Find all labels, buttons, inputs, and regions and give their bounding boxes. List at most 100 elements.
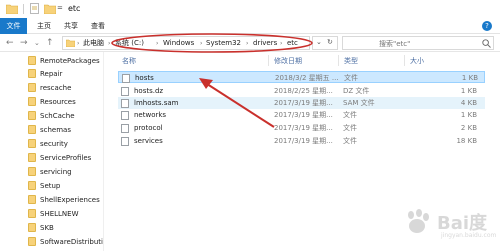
folder-icon (28, 195, 36, 204)
file-type: SAM 文件 (343, 99, 375, 107)
new-folder-icon[interactable] (44, 4, 56, 14)
sidebar-item-label: ServiceProfiles (40, 154, 92, 162)
navigation-pane: RemotePackages Repair rescache Resources… (0, 52, 105, 251)
file-icon (121, 99, 129, 108)
file-size: 2 KB (460, 124, 477, 132)
breadcrumb-system-c[interactable]: 系统 (C:) (115, 39, 144, 48)
recent-locations-button[interactable]: ⌄ (34, 37, 40, 49)
sidebar-item-servicing[interactable]: servicing (28, 166, 103, 178)
search-icon[interactable] (482, 39, 491, 48)
watermark: Bai度 jingyan.baidu.com (395, 207, 496, 247)
column-divider[interactable] (268, 55, 269, 66)
address-controls: ⌄ ↻ (312, 36, 338, 50)
tab-view[interactable]: 查看 (91, 18, 105, 34)
file-row-hosts-dz[interactable]: hosts.dz 2018/2/25 星期... DZ 文件 1 KB (118, 85, 485, 97)
sidebar-item-repair[interactable]: Repair (28, 68, 103, 80)
tab-home[interactable]: 主页 (37, 18, 51, 34)
folder-icon (28, 167, 36, 176)
file-icon (121, 87, 129, 96)
file-name: services (134, 137, 163, 145)
file-size: 1 KB (460, 87, 477, 95)
sidebar-item-softwaredistribution[interactable]: SoftwareDistributi (28, 236, 103, 248)
file-name: hosts.dz (134, 87, 164, 95)
up-button[interactable]: ↑ (46, 37, 54, 49)
file-row-lmhosts-sam[interactable]: lmhosts.sam 2017/3/19 星期... SAM 文件 4 KB (118, 97, 485, 109)
file-row-protocol[interactable]: protocol 2017/3/19 星期... 文件 2 KB (118, 122, 485, 134)
sidebar-item-shellnew[interactable]: SHELLNEW (28, 208, 103, 220)
column-header-size[interactable]: 大小 (410, 56, 424, 66)
folder-icon (6, 4, 18, 14)
file-date: 2017/3/19 星期... (274, 137, 333, 145)
file-size: 1 KB (461, 74, 478, 82)
sidebar-item-shellexperiences[interactable]: ShellExperiences (28, 194, 103, 206)
sidebar-item-rescache[interactable]: rescache (28, 82, 103, 94)
tab-share[interactable]: 共享 (64, 18, 78, 34)
sidebar-item-schcache[interactable]: SchCache (28, 110, 103, 122)
sidebar-item-setup[interactable]: Setup (28, 180, 103, 192)
file-date: 2017/3/19 星期... (274, 111, 333, 119)
sidebar-item-skb[interactable]: SKB (28, 222, 103, 234)
file-date: 2018/2/25 星期... (274, 87, 333, 95)
file-name: networks (134, 111, 167, 119)
column-header-date[interactable]: 修改日期 (274, 56, 302, 66)
sidebar-item-label: servicing (40, 168, 72, 176)
refresh-button[interactable]: ↻ (327, 38, 333, 46)
file-type: 文件 (343, 124, 357, 132)
file-row-services[interactable]: services 2017/3/19 星期... 文件 18 KB (118, 135, 485, 147)
file-icon (122, 74, 130, 83)
sidebar-item-security[interactable]: security (28, 138, 103, 150)
column-header-name[interactable]: 名称 (122, 56, 136, 66)
title-separator (23, 4, 24, 14)
column-divider[interactable] (338, 55, 339, 66)
folder-icon (28, 69, 36, 78)
forward-button[interactable]: → (20, 37, 28, 49)
file-type: 文件 (343, 111, 357, 119)
properties-icon[interactable] (30, 3, 39, 14)
sidebar-item-remotepackages[interactable]: RemotePackages (28, 55, 103, 67)
column-header-type[interactable]: 类型 (344, 56, 358, 66)
breadcrumb-system32[interactable]: System32 (206, 39, 241, 48)
sidebar-item-serviceprofiles[interactable]: ServiceProfiles (28, 152, 103, 164)
file-name: lmhosts.sam (134, 99, 179, 107)
file-icon (121, 111, 129, 120)
sidebar-item-label: SKB (40, 224, 54, 232)
help-button[interactable]: ? (482, 21, 492, 31)
file-size: 4 KB (460, 99, 477, 107)
breadcrumb-separator: › (200, 40, 203, 47)
breadcrumb-etc[interactable]: etc (287, 39, 298, 48)
sidebar-item-label: SHELLNEW (40, 210, 79, 218)
folder-icon (28, 209, 36, 218)
sidebar-item-label: SoftwareDistributi (40, 238, 103, 246)
sidebar-item-label: SchCache (40, 112, 75, 120)
address-bar[interactable]: › 此电脑 › 系统 (C:) › Windows › System32 › d… (62, 36, 310, 50)
file-size: 18 KB (456, 137, 477, 145)
file-row-hosts[interactable]: hosts 2018/3/2 星期五 ... 文件 1 KB (118, 71, 485, 83)
search-input[interactable] (379, 38, 479, 49)
folder-icon (28, 223, 36, 232)
quick-access-dropdown[interactable]: = (57, 4, 63, 12)
tab-file[interactable]: 文件 (0, 18, 27, 34)
file-date: 2017/3/19 星期... (274, 124, 333, 132)
breadcrumb-separator: › (77, 40, 80, 47)
sidebar-item-resources[interactable]: Resources (28, 96, 103, 108)
paw-logo-icon (408, 209, 429, 233)
file-name: hosts (135, 74, 154, 82)
folder-icon (28, 111, 36, 120)
file-row-networks[interactable]: networks 2017/3/19 星期... 文件 1 KB (118, 109, 485, 121)
breadcrumb-this-pc[interactable]: 此电脑 (83, 39, 104, 48)
navigation-pane-divider[interactable] (103, 52, 104, 251)
back-button[interactable]: ← (6, 37, 14, 49)
address-dropdown-button[interactable]: ⌄ (316, 38, 322, 46)
ribbon: 文件 主页 共享 查看 ? (0, 18, 500, 34)
breadcrumb-windows[interactable]: Windows (163, 39, 194, 48)
file-name: protocol (134, 124, 163, 132)
sidebar-item-label: security (40, 140, 68, 148)
column-divider[interactable] (404, 55, 405, 66)
folder-icon (28, 97, 36, 106)
sidebar-item-label: Resources (40, 98, 76, 106)
file-date: 2017/3/19 星期... (274, 99, 333, 107)
folder-icon (66, 39, 75, 47)
sidebar-item-schemas[interactable]: schemas (28, 124, 103, 136)
folder-icon (28, 83, 36, 92)
breadcrumb-drivers[interactable]: drivers (253, 39, 277, 48)
